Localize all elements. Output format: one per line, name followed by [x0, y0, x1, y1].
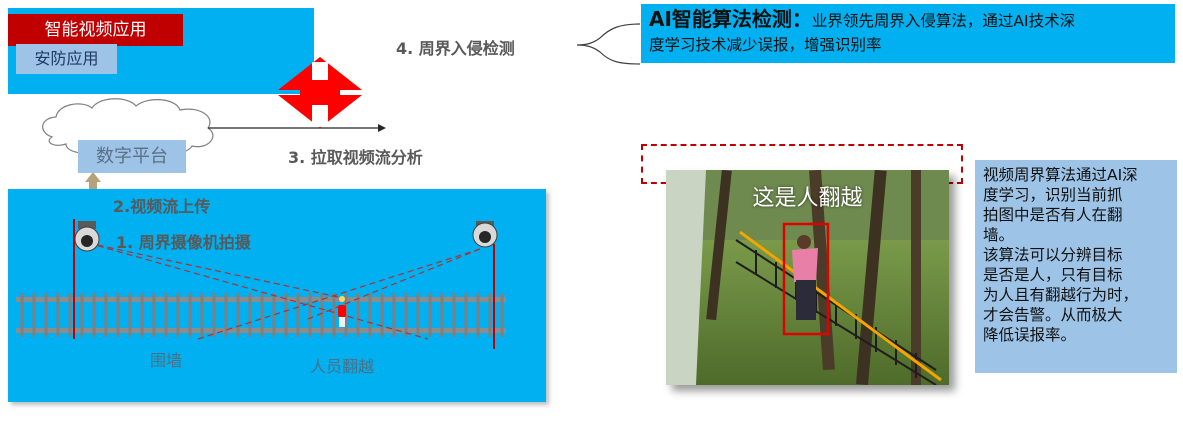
arrow-head-icon: [378, 124, 386, 132]
step2-label: 2.视频流上传: [113, 197, 211, 216]
dome-camera-right-icon: [472, 221, 498, 248]
snapshot-caption: 这是人翻越: [752, 186, 863, 211]
perimeter-scene: [16, 219, 506, 349]
ai-callout-title: AI智能算法检测：: [649, 7, 812, 31]
ai-callout-desc-1: 业界领先周界入侵算法，通过AI技术深: [811, 12, 1076, 30]
wall-label: 围墙: [150, 351, 183, 370]
dome-camera-left-icon: [74, 221, 100, 252]
bracket-connector: [576, 23, 641, 65]
digital-platform: 数字平台: [78, 140, 186, 173]
step4-label: 4. 周界入侵检测: [396, 39, 515, 58]
railway-track-icon: [16, 293, 506, 337]
person-crossing-label: 人员翻越: [310, 357, 375, 376]
camera-view-lines: [87, 242, 481, 340]
step1-label: 1. 周界摄像机拍摄: [116, 233, 251, 252]
algorithm-explanation: 视频周界算法通过AI深 度学习，识别当前抓 拍图中是否有人在翻 墙。 该算法可以…: [975, 160, 1177, 373]
ai-detection-callout: AI智能算法检测：业界领先周界入侵算法，通过AI技术深 度学习技术减少误报，增强…: [641, 4, 1175, 63]
ai-callout-desc-2: 度学习技术减少误报，增强识别率: [649, 36, 882, 54]
step3-label: 3. 拉取视频流分析: [288, 148, 423, 167]
